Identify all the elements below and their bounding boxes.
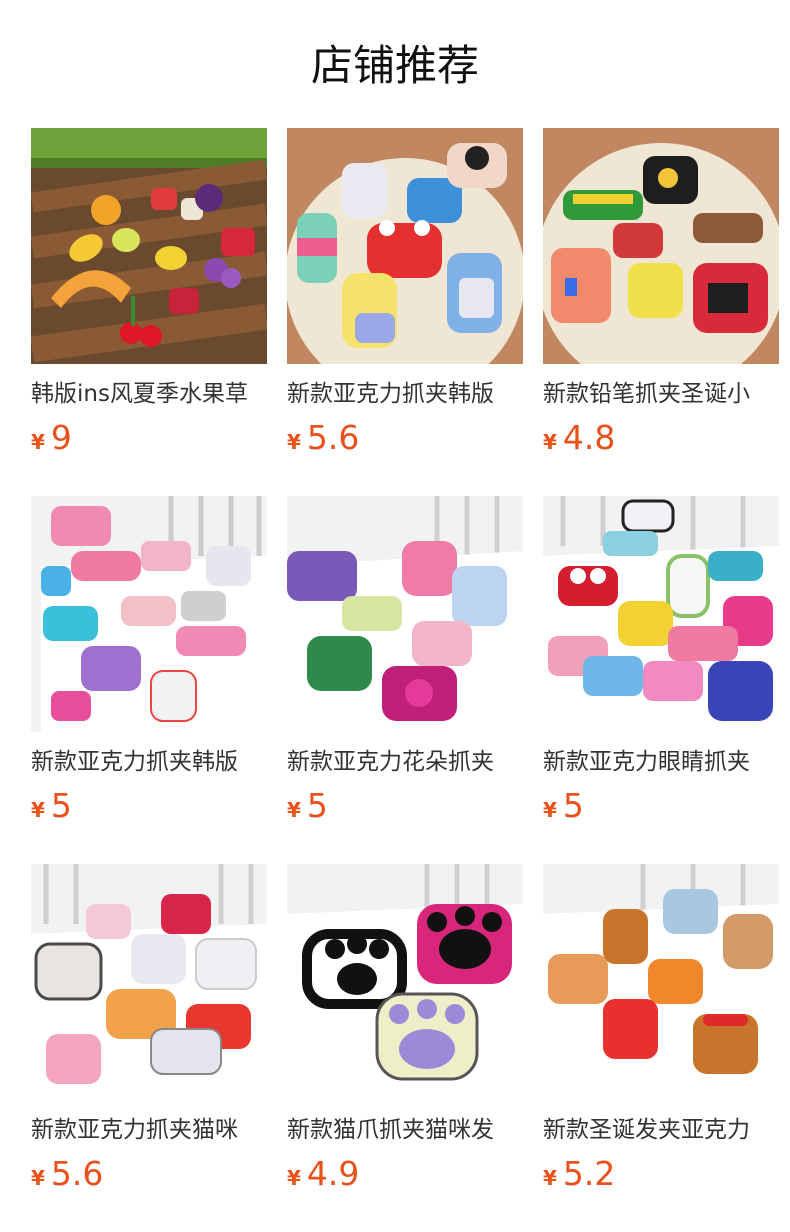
- price-value: 5: [562, 786, 584, 825]
- currency-symbol: ¥: [543, 1166, 557, 1190]
- product-title[interactable]: 韩版ins风夏季水果草: [31, 376, 267, 412]
- price-value: 5: [50, 786, 72, 825]
- product-price: ¥5.6: [31, 1152, 103, 1196]
- product-title[interactable]: 新款猫爪抓夹猫咪发: [287, 1112, 523, 1148]
- product-image[interactable]: [543, 496, 779, 732]
- currency-symbol: ¥: [543, 798, 557, 822]
- product-price: ¥5: [287, 784, 328, 828]
- product-image[interactable]: [31, 864, 267, 1100]
- product-card[interactable]: 新款圣诞发夹亚克力 ¥5.2: [543, 864, 779, 1194]
- currency-symbol: ¥: [31, 1166, 45, 1190]
- product-title[interactable]: 新款亚克力抓夹韩版: [31, 744, 267, 780]
- currency-symbol: ¥: [31, 430, 45, 454]
- product-card[interactable]: 新款铅笔抓夹圣诞小 ¥4.8: [543, 128, 779, 458]
- price-value: 5.6: [50, 1154, 104, 1193]
- product-image[interactable]: [287, 496, 523, 732]
- product-card[interactable]: 新款亚克力抓夹猫咪 ¥5.6: [31, 864, 267, 1194]
- price-value: 5.2: [562, 1154, 616, 1193]
- product-image[interactable]: [543, 864, 779, 1100]
- product-price: ¥5.6: [287, 416, 359, 460]
- price-value: 4.9: [306, 1154, 360, 1193]
- price-value: 9: [50, 418, 72, 457]
- product-title[interactable]: 新款亚克力花朵抓夹: [287, 744, 523, 780]
- product-price: ¥4.8: [543, 416, 615, 460]
- price-value: 4.8: [562, 418, 616, 457]
- page-title: 店铺推荐: [310, 41, 479, 90]
- product-title[interactable]: 新款亚克力眼睛抓夹: [543, 744, 779, 780]
- product-card[interactable]: 新款亚克力花朵抓夹 ¥5: [287, 496, 523, 826]
- product-title[interactable]: 新款铅笔抓夹圣诞小: [543, 376, 779, 412]
- product-image[interactable]: [287, 864, 523, 1100]
- product-card[interactable]: 新款猫爪抓夹猫咪发 ¥4.9: [287, 864, 523, 1194]
- currency-symbol: ¥: [287, 1166, 301, 1190]
- currency-symbol: ¥: [543, 430, 557, 454]
- product-price: ¥5: [31, 784, 72, 828]
- product-image[interactable]: [31, 496, 267, 732]
- product-image[interactable]: [31, 128, 267, 364]
- product-title[interactable]: 新款圣诞发夹亚克力: [543, 1112, 779, 1148]
- product-price: ¥9: [31, 416, 72, 460]
- product-title[interactable]: 新款亚克力抓夹韩版: [287, 376, 523, 412]
- price-value: 5: [306, 786, 328, 825]
- product-card[interactable]: 新款亚克力抓夹韩版 ¥5: [31, 496, 267, 826]
- product-image[interactable]: [543, 128, 779, 364]
- product-title[interactable]: 新款亚克力抓夹猫咪: [31, 1112, 267, 1148]
- product-image[interactable]: [287, 128, 523, 364]
- currency-symbol: ¥: [287, 430, 301, 454]
- product-card[interactable]: 新款亚克力眼睛抓夹 ¥5: [543, 496, 779, 826]
- product-price: ¥5.2: [543, 1152, 615, 1196]
- product-price: ¥5: [543, 784, 584, 828]
- product-price: ¥4.9: [287, 1152, 359, 1196]
- product-card[interactable]: 新款亚克力抓夹韩版 ¥5.6: [287, 128, 523, 458]
- currency-symbol: ¥: [287, 798, 301, 822]
- currency-symbol: ¥: [31, 798, 45, 822]
- price-value: 5.6: [306, 418, 360, 457]
- product-card[interactable]: 韩版ins风夏季水果草 ¥9: [31, 128, 267, 458]
